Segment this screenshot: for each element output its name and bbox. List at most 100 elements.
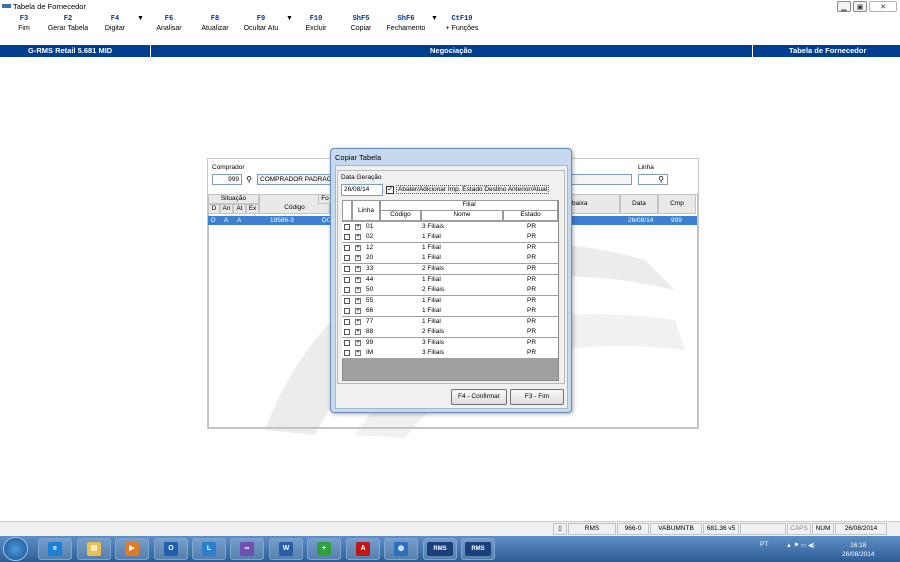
expand-icon[interactable]: + bbox=[355, 350, 361, 356]
expand-icon[interactable]: + bbox=[355, 224, 361, 230]
title-bar: Tabela de Fornecedor ▁ ▣ ✕ bbox=[0, 0, 900, 13]
status-date: 26/08/2014 bbox=[835, 523, 887, 535]
status-empty bbox=[740, 523, 786, 535]
minimize-button[interactable]: ▁ bbox=[837, 1, 851, 12]
toolbar-atualizar[interactable]: F8 Atualizar bbox=[197, 15, 233, 32]
table-row[interactable]: +12 1 Filial PR bbox=[342, 243, 558, 253]
expand-icon[interactable]: + bbox=[355, 245, 361, 251]
comprador-code-field[interactable]: 999 bbox=[212, 174, 242, 185]
table-row[interactable]: +55 1 Filial PR bbox=[342, 296, 558, 306]
row-checkbox[interactable] bbox=[344, 298, 350, 304]
table-row[interactable]: +44 1 Filial PR bbox=[342, 275, 558, 285]
table-row[interactable]: +20 1 Filial PR bbox=[342, 253, 558, 263]
table-row[interactable]: +77 1 Filial PR bbox=[342, 317, 558, 327]
table-row[interactable]: +01 3 Filiais PR bbox=[342, 222, 558, 232]
toolbar-label: Analisar bbox=[156, 25, 182, 32]
row-checkbox[interactable] bbox=[344, 277, 350, 283]
col-an: An bbox=[220, 204, 233, 214]
taskbar-app[interactable]: RMS bbox=[461, 538, 495, 560]
table-row[interactable]: +88 2 Filiais PR bbox=[342, 327, 558, 337]
table-row[interactable]: +33 2 Filiais PR bbox=[342, 264, 558, 274]
tray-icons[interactable]: ▲ ⚑ ▭ ◀) bbox=[786, 542, 815, 549]
toolbar-analisar[interactable]: F6 Analisar bbox=[153, 15, 185, 32]
col-nome: Nome bbox=[421, 210, 503, 221]
row-checkbox[interactable] bbox=[344, 287, 350, 293]
toolbar-fechamento[interactable]: ShF6 Fechamento bbox=[384, 15, 428, 32]
taskbar-app[interactable]: e bbox=[38, 538, 72, 560]
row-checkbox[interactable] bbox=[344, 329, 350, 335]
close-button[interactable]: ✕ bbox=[869, 1, 897, 12]
start-button[interactable] bbox=[3, 537, 28, 561]
cell-codigo: 19586-3 bbox=[270, 216, 294, 225]
row-checkbox[interactable] bbox=[344, 308, 350, 314]
shortcut-key: F8 bbox=[210, 15, 220, 23]
lync-icon: L bbox=[202, 542, 216, 556]
row-linha: 12 bbox=[366, 244, 374, 251]
row-nome: 2 Filiais bbox=[422, 265, 445, 272]
table-row[interactable]: + IM 3 Filiais PR bbox=[342, 348, 558, 358]
binoculars-search-icon[interactable]: ⚲ bbox=[655, 174, 667, 185]
table-row[interactable]: +50 2 Filiais PR bbox=[342, 285, 558, 295]
row-checkbox[interactable] bbox=[344, 255, 350, 261]
data-geracao-field[interactable]: 26/08/14 bbox=[341, 184, 383, 196]
expand-icon[interactable]: + bbox=[355, 329, 361, 335]
fim-button[interactable]: F3 - Fim bbox=[510, 389, 564, 405]
maximize-button[interactable]: ▣ bbox=[853, 1, 867, 12]
fechamento-dropdown-icon[interactable]: ▼ bbox=[431, 15, 438, 22]
toolbar-copiar[interactable]: ShF5 Copiar bbox=[347, 15, 375, 32]
expand-icon[interactable]: + bbox=[355, 308, 361, 314]
abater-checkbox-label[interactable]: Abater/Adicionar Imp. Estado Destino Ant… bbox=[396, 185, 550, 194]
col-data: Data bbox=[620, 194, 658, 214]
expand-icon[interactable]: + bbox=[355, 319, 361, 325]
expand-icon[interactable]: + bbox=[355, 277, 361, 283]
row-checkbox[interactable] bbox=[344, 319, 350, 325]
toolbar-ocultar-atu[interactable]: F9 Ocultar Atu bbox=[240, 15, 282, 32]
word-icon: W bbox=[279, 542, 293, 556]
ocultar-dropdown-icon[interactable]: ▼ bbox=[286, 15, 293, 22]
row-linha: 50 bbox=[366, 286, 374, 293]
taskbar-app[interactable]: W bbox=[269, 538, 303, 560]
system-clock[interactable]: 16:18 26/08/2014 bbox=[842, 541, 875, 559]
row-checkbox[interactable] bbox=[344, 234, 350, 240]
row-checkbox[interactable] bbox=[344, 245, 350, 251]
confirm-button[interactable]: F4 - Confirmar bbox=[451, 389, 507, 405]
expand-icon[interactable]: + bbox=[355, 340, 361, 346]
row-checkbox[interactable] bbox=[344, 266, 350, 272]
digitar-dropdown-icon[interactable]: ▼ bbox=[137, 15, 144, 22]
taskbar-app[interactable]: ▶ bbox=[115, 538, 149, 560]
taskbar-app[interactable]: A bbox=[346, 538, 380, 560]
toolbar-gerar-tabela[interactable]: F2 Gerar Tabela bbox=[45, 15, 91, 32]
row-checkbox[interactable] bbox=[344, 350, 350, 356]
table-row[interactable]: +99 3 Filiais PR bbox=[342, 338, 558, 348]
taskbar-app[interactable]: RMS bbox=[423, 538, 457, 560]
taskbar-app[interactable]: ◍ bbox=[384, 538, 418, 560]
col-select bbox=[342, 200, 352, 221]
toolbar-excluir[interactable]: F10 Excluir bbox=[301, 15, 331, 32]
taskbar-app[interactable]: ▤ bbox=[77, 538, 111, 560]
toolbar-fim[interactable]: F3 Fim bbox=[12, 15, 36, 32]
taskbar-app[interactable]: L bbox=[192, 538, 226, 560]
row-checkbox[interactable] bbox=[344, 224, 350, 230]
linha-label: Linha bbox=[638, 164, 654, 171]
expand-icon[interactable]: + bbox=[355, 298, 361, 304]
expand-icon[interactable]: + bbox=[355, 255, 361, 261]
row-checkbox[interactable] bbox=[344, 340, 350, 346]
language-indicator[interactable]: PT bbox=[760, 541, 768, 548]
taskbar-app[interactable]: ∞ bbox=[230, 538, 264, 560]
binoculars-search-icon[interactable]: ⚲ bbox=[243, 174, 255, 185]
taskbar-app[interactable]: + bbox=[307, 538, 341, 560]
taskbar-app[interactable]: O bbox=[154, 538, 188, 560]
table-row[interactable]: +02 1 Filial PR bbox=[342, 232, 558, 242]
table-row[interactable]: +66 1 Filial PR bbox=[342, 306, 558, 316]
toolbar-digitar[interactable]: F4 Digitar bbox=[99, 15, 131, 32]
band-divider bbox=[752, 45, 753, 57]
expand-icon[interactable]: + bbox=[355, 234, 361, 240]
expand-icon[interactable]: + bbox=[355, 266, 361, 272]
abater-checkbox[interactable]: ✓ bbox=[386, 186, 394, 194]
toolbar-mais-funcoes[interactable]: CtF10 + Funções bbox=[444, 15, 480, 32]
status-code: 966-0 bbox=[617, 523, 649, 535]
shortcut-key: F6 bbox=[164, 15, 174, 23]
rms-app-icon-2: RMS bbox=[465, 542, 491, 556]
expand-icon[interactable]: + bbox=[355, 287, 361, 293]
shortcut-key: F9 bbox=[256, 15, 266, 23]
